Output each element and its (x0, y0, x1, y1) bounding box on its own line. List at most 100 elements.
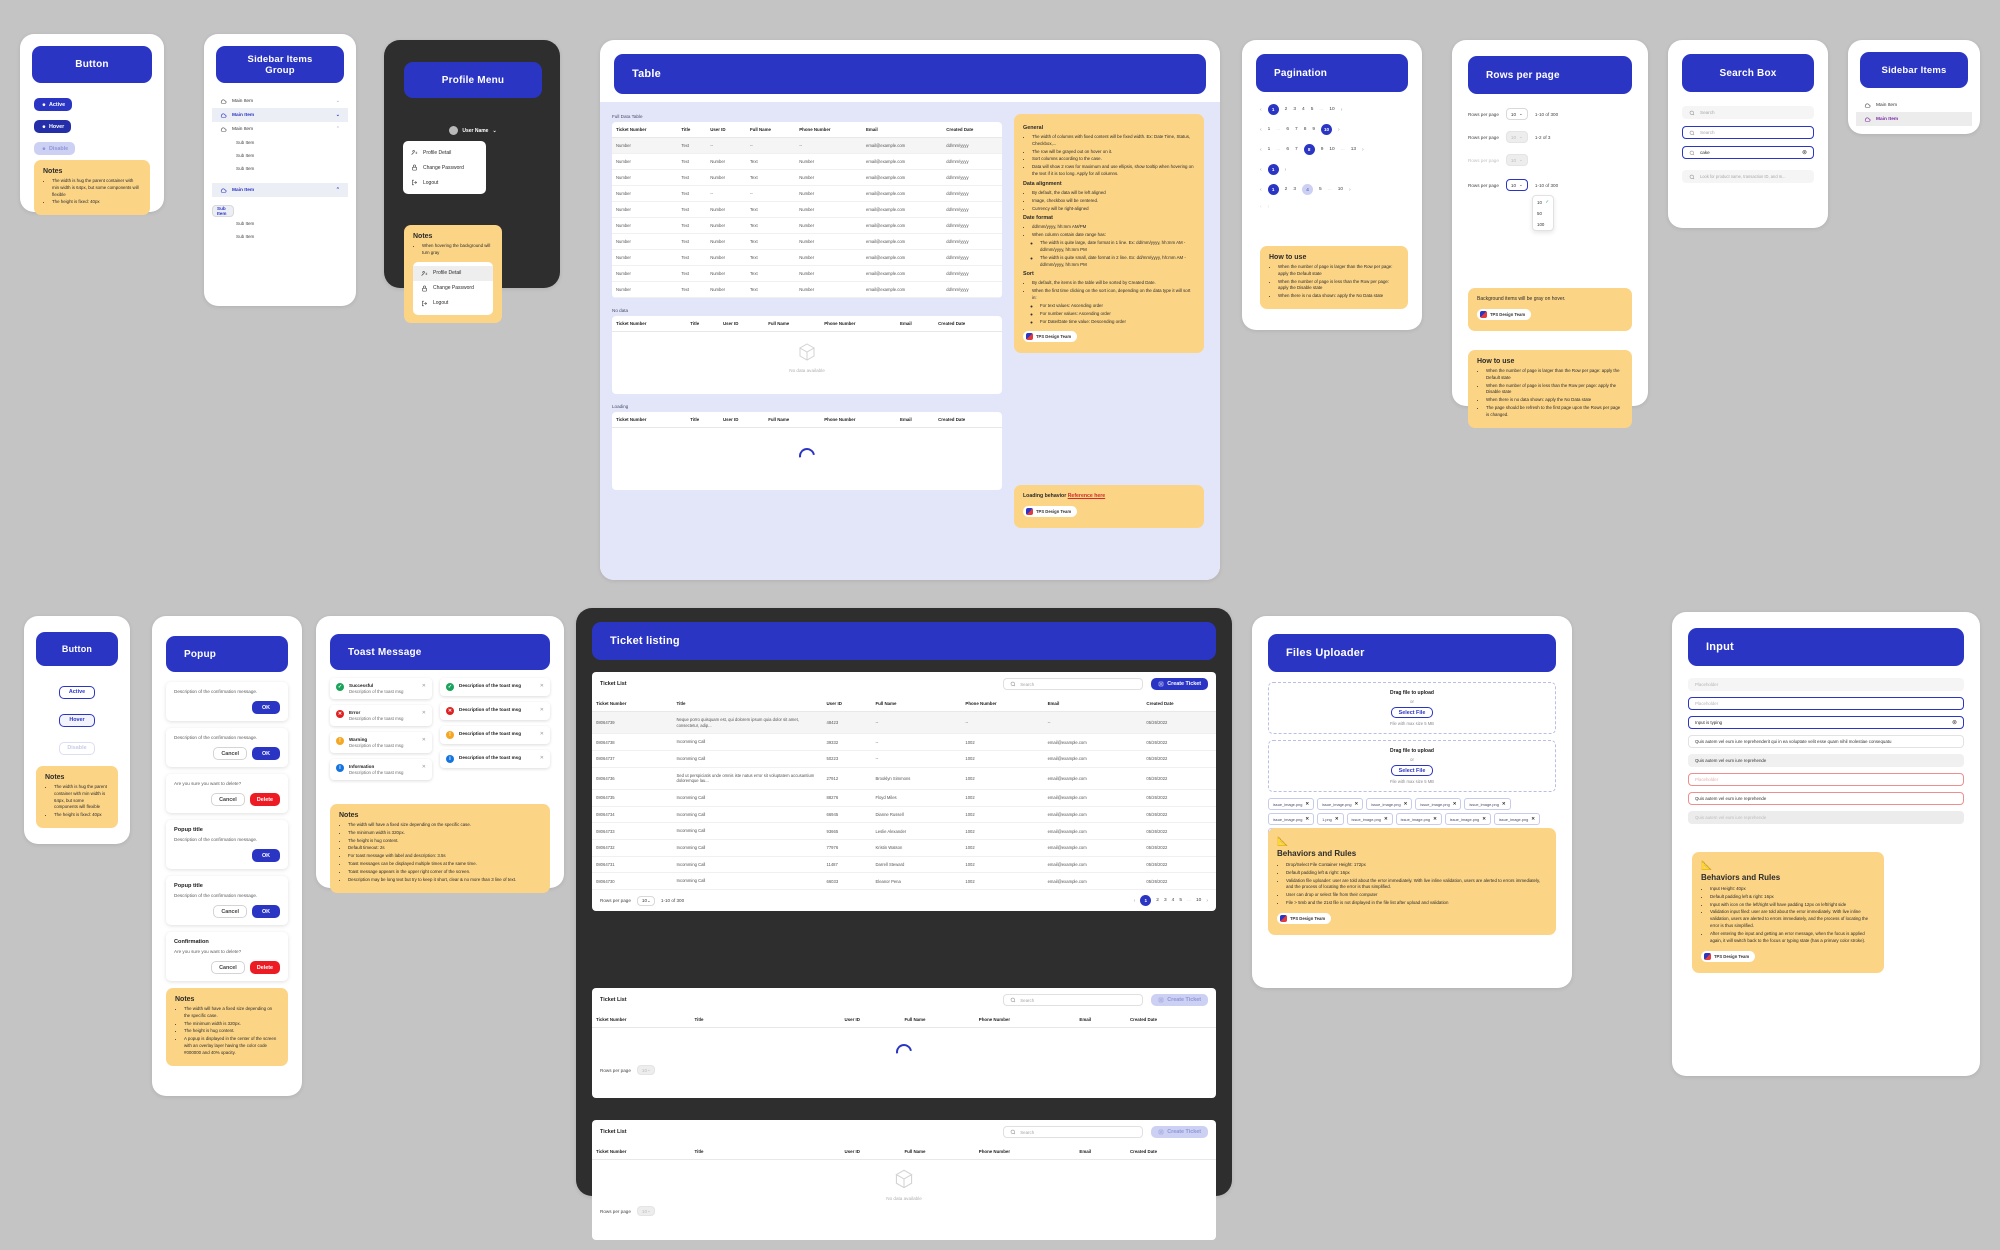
profile-user-trigger[interactable]: User Name ⌄ (404, 126, 542, 135)
pagination-page[interactable]: 1 (1268, 147, 1271, 152)
col-header[interactable]: Created Date (1142, 696, 1216, 712)
pagination-prev[interactable]: ‹ (1260, 167, 1262, 173)
col-header[interactable]: Ticket Number (592, 1012, 691, 1028)
dropdown-option[interactable]: 50 (1533, 208, 1553, 219)
search-field-default[interactable]: Search (1682, 106, 1814, 119)
sidebar-item-default[interactable]: Main Item (1856, 98, 1972, 112)
table-row[interactable]: 08064739 Neque porro quisquam est, qui do… (592, 711, 1216, 735)
pagination-page[interactable]: 5 (1319, 187, 1322, 192)
change-password-item[interactable]: Change Password (413, 281, 493, 296)
input-field-error[interactable]: Placeholder (1688, 773, 1964, 786)
pagination-page[interactable]: 2 (1285, 107, 1288, 112)
table-row[interactable]: Number Text Number Text Number email@example.… (612, 169, 1002, 186)
pagination-page-hover[interactable]: 4 (1302, 184, 1314, 195)
col-header[interactable]: Created Date (1125, 1012, 1216, 1028)
table-row[interactable]: Number Text Number Text Number email@example.… (612, 217, 1002, 234)
pagination-next[interactable]: › (1268, 204, 1270, 210)
col-header[interactable]: Title (690, 1144, 841, 1160)
rows-select[interactable]: 10 ⌄ (1505, 108, 1528, 120)
col-header[interactable]: Ticket Number (612, 316, 687, 332)
table-row[interactable]: 08064734 Incomming Call 66945 Dianne Russel… (592, 806, 1216, 824)
pagination-page[interactable]: 13 (1351, 147, 1356, 152)
profile-detail-item[interactable]: Profile Detail (403, 145, 486, 160)
search-field-long[interactable]: Look for product name, transaction ID, a… (1682, 170, 1814, 183)
close-icon[interactable]: ✕ (540, 683, 544, 689)
pagination-page-active[interactable]: 1 (1267, 184, 1279, 195)
col-header[interactable]: Created Date (1125, 1144, 1216, 1160)
pagination-page[interactable]: ... (1187, 898, 1191, 903)
popup-ok-button[interactable]: OK (252, 747, 280, 760)
col-header[interactable]: User ID (840, 1012, 901, 1028)
sidebar-item-selected[interactable]: Main Item (1856, 112, 1972, 126)
clear-icon[interactable]: ⊗ (1952, 719, 1957, 726)
col-header[interactable]: Phone Number (795, 122, 862, 138)
remove-file-icon[interactable]: ✕ (1531, 816, 1535, 822)
remove-file-icon[interactable]: ✕ (1355, 801, 1359, 807)
input-field-error-filled[interactable]: Quis autem vel eum iure reprehende (1688, 792, 1964, 805)
pagination-page[interactable]: 4 (1172, 898, 1175, 903)
pagination-prev[interactable]: ‹ (1260, 107, 1262, 113)
popup-delete-button[interactable]: Delete (249, 961, 280, 974)
col-header[interactable]: User ID (840, 1144, 901, 1160)
col-header[interactable]: Phone Number (961, 696, 1044, 712)
table-row[interactable]: Number Text Number Text Number email@example.… (612, 281, 1002, 298)
pagination-page-active[interactable]: 10 (1321, 124, 1333, 135)
pagination-page[interactable]: 6 (1286, 147, 1289, 152)
pagination-next[interactable]: › (1338, 127, 1340, 133)
pagination-next[interactable]: › (1285, 167, 1287, 173)
dropzone-1[interactable]: Drag file to upload or Select File File … (1268, 682, 1556, 734)
remove-file-icon[interactable]: ✕ (1404, 801, 1408, 807)
col-header[interactable]: Email (1043, 696, 1143, 712)
sidebar-sub-item[interactable]: Sub Item (212, 162, 348, 175)
sidebar-sub-item[interactable]: Sub Item (212, 136, 348, 149)
popup-ok-button[interactable]: OK (252, 905, 280, 918)
sidebar-sub-item-selected[interactable]: Sub Item (212, 205, 234, 217)
col-header[interactable]: Full Name (745, 122, 796, 138)
close-icon[interactable]: ✕ (540, 755, 544, 761)
logout-item[interactable]: Logout (403, 175, 486, 190)
pagination-page-active[interactable]: 1 (1267, 164, 1279, 175)
pagination-page-active[interactable]: 1 (1140, 895, 1152, 907)
col-header[interactable]: Full Name (871, 696, 962, 712)
remove-file-icon[interactable]: ✕ (1384, 816, 1388, 822)
pagination-page[interactable]: 7 (1295, 147, 1298, 152)
col-header[interactable]: User ID (822, 696, 872, 712)
input-field-grey[interactable]: Quis autem vel eum iure reprehende (1688, 754, 1964, 767)
pagination-page[interactable]: ... (1319, 107, 1323, 112)
pagination-next[interactable]: › (1206, 898, 1208, 904)
col-header[interactable]: Phone Number (974, 1144, 1076, 1160)
col-header[interactable]: Title (677, 122, 707, 138)
pagination-page[interactable]: 3 (1164, 898, 1167, 903)
input-field-default[interactable]: Placeholder (1688, 678, 1964, 691)
col-header[interactable]: Ticket Number (592, 696, 673, 712)
col-header[interactable]: Email (862, 122, 943, 138)
table-row[interactable]: 08064733 Incomming Call 93665 Leslie Alexan… (592, 822, 1216, 841)
select-file-button[interactable]: Select File (1390, 765, 1434, 776)
reference-link[interactable]: Reference here (1068, 493, 1106, 499)
rows-select[interactable]: 10 ⌄ (1505, 179, 1528, 191)
remove-file-icon[interactable]: ✕ (1482, 816, 1486, 822)
pagination-page[interactable]: 2 (1156, 898, 1159, 903)
close-icon[interactable]: ✕ (540, 731, 544, 737)
close-icon[interactable]: ✕ (540, 707, 544, 713)
popup-ok-button[interactable]: OK (252, 849, 280, 862)
pagination-page[interactable]: 5 (1179, 898, 1182, 903)
table-row[interactable]: 08064731 Incomming Call 11487 Darrell Stewa… (592, 856, 1216, 874)
pagination-page[interactable]: ... (1328, 187, 1332, 192)
pagination-page[interactable]: 4 (1302, 107, 1305, 112)
pagination-page[interactable]: 9 (1321, 147, 1324, 152)
table-row[interactable]: Number Text Number Text Number email@example.… (612, 201, 1002, 218)
pagination-page[interactable]: ... (1276, 147, 1280, 152)
remove-file-icon[interactable]: ✕ (1433, 816, 1437, 822)
button-state-hover[interactable]: Hover (34, 116, 72, 134)
close-icon[interactable]: ✕ (422, 737, 426, 743)
button-state-active[interactable]: Active (24, 680, 130, 699)
select-file-button[interactable]: Select File (1390, 707, 1434, 718)
sidebar-sub-item[interactable]: Sub Item (212, 230, 348, 243)
sidebar-sub-item[interactable]: Sub Item (212, 149, 348, 162)
col-header[interactable]: User ID (719, 316, 765, 332)
table-row[interactable]: Number Text -- -- -- email@example.com dd/mm/y… (612, 137, 1002, 154)
popup-ok-button[interactable]: OK (252, 701, 280, 714)
pagination-page[interactable]: 10 (1329, 107, 1334, 112)
col-header[interactable]: Created Date (934, 316, 1002, 332)
